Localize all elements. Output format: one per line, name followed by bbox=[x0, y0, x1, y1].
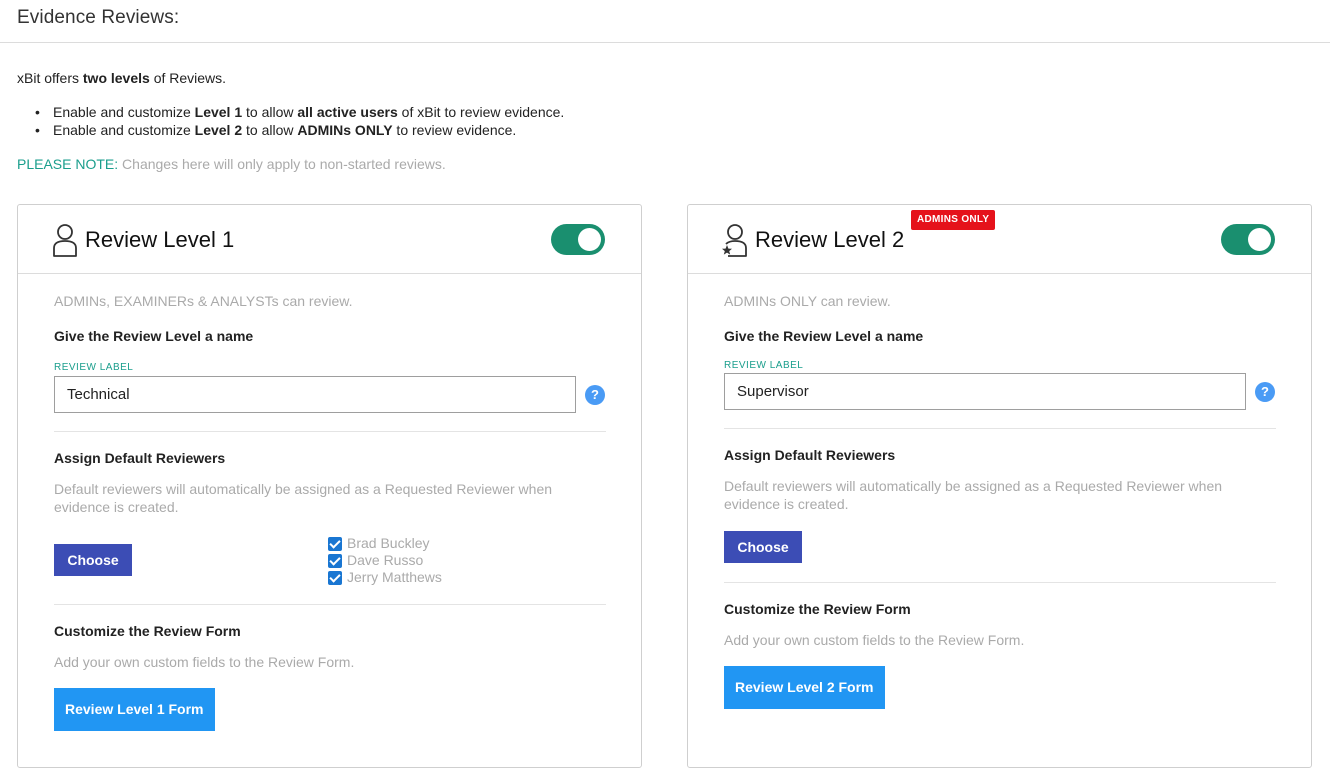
help-icon[interactable]: ? bbox=[585, 385, 605, 405]
reviewer-checkbox[interactable] bbox=[328, 571, 342, 585]
user-star-icon bbox=[722, 224, 747, 257]
review-label-caption: REVIEW LABEL bbox=[54, 362, 134, 373]
divider bbox=[724, 582, 1276, 583]
enable-toggle[interactable] bbox=[1221, 224, 1275, 255]
reviewer-name: Jerry Matthews bbox=[347, 569, 442, 585]
reviewer-name: Dave Russo bbox=[347, 552, 424, 568]
help-icon[interactable]: ? bbox=[1255, 382, 1275, 402]
card-header: Review Level 2 ADMINS ONLY bbox=[688, 205, 1311, 274]
review-label-input[interactable] bbox=[724, 373, 1246, 410]
assign-heading: Assign Default Reviewers bbox=[724, 447, 896, 463]
enable-toggle[interactable] bbox=[551, 224, 605, 255]
review-level-1-card: Review Level 1 ADMINs, EXAMINERs & ANALY… bbox=[17, 204, 642, 768]
card-title: Review Level 1 bbox=[85, 227, 235, 252]
please-note: PLEASE NOTE: Changes here will only appl… bbox=[17, 156, 446, 172]
bullet-level-1: Enable and customize Level 1 to allow al… bbox=[35, 104, 564, 122]
card-title: Review Level 2 bbox=[755, 227, 905, 252]
page-title: Evidence Reviews: bbox=[17, 7, 180, 28]
divider bbox=[54, 604, 606, 605]
toggle-knob bbox=[1248, 228, 1271, 251]
form-heading: Customize the Review Form bbox=[724, 601, 911, 617]
admins-only-badge: ADMINS ONLY bbox=[911, 210, 996, 230]
reviewer-checkbox[interactable] bbox=[328, 537, 342, 551]
info-bullets: Enable and customize Level 1 to allow al… bbox=[35, 104, 564, 140]
toggle-knob bbox=[578, 228, 601, 251]
review-level-2-card: Review Level 2 ADMINS ONLY ADMINs ONLY c… bbox=[687, 204, 1312, 768]
review-label-caption: REVIEW LABEL bbox=[724, 360, 804, 371]
form-description: Add your own custom fields to the Review… bbox=[724, 632, 1025, 648]
assign-description: Default reviewers will automatically be … bbox=[724, 478, 1223, 512]
name-heading: Give the Review Level a name bbox=[54, 328, 254, 344]
page-header: Evidence Reviews: bbox=[0, 0, 1330, 43]
form-heading: Customize the Review Form bbox=[54, 623, 241, 639]
intro-text: xBit offers two levels of Reviews. bbox=[17, 70, 227, 86]
assign-heading: Assign Default Reviewers bbox=[54, 450, 226, 466]
who-can-review: ADMINs ONLY can review. bbox=[724, 293, 891, 309]
reviewer-checkbox[interactable] bbox=[328, 554, 342, 568]
name-heading: Give the Review Level a name bbox=[724, 328, 924, 344]
choose-reviewers-button[interactable]: Choose bbox=[54, 544, 132, 576]
assign-description: Default reviewers will automatically be … bbox=[54, 481, 553, 515]
choose-reviewers-button[interactable]: Choose bbox=[724, 531, 802, 563]
divider bbox=[724, 428, 1276, 429]
reviewer-name: Brad Buckley bbox=[347, 535, 430, 551]
divider bbox=[54, 431, 606, 432]
review-label-input[interactable] bbox=[54, 376, 576, 413]
card-header: Review Level 1 bbox=[18, 205, 641, 274]
review-level-1-form-button[interactable]: Review Level 1 Form bbox=[54, 688, 215, 731]
review-level-2-form-button[interactable]: Review Level 2 Form bbox=[724, 666, 885, 709]
user-outline-icon bbox=[53, 224, 77, 257]
form-description: Add your own custom fields to the Review… bbox=[54, 654, 355, 670]
who-can-review: ADMINs, EXAMINERs & ANALYSTs can review. bbox=[54, 293, 353, 309]
bullet-level-2: Enable and customize Level 2 to allow AD… bbox=[35, 122, 564, 140]
